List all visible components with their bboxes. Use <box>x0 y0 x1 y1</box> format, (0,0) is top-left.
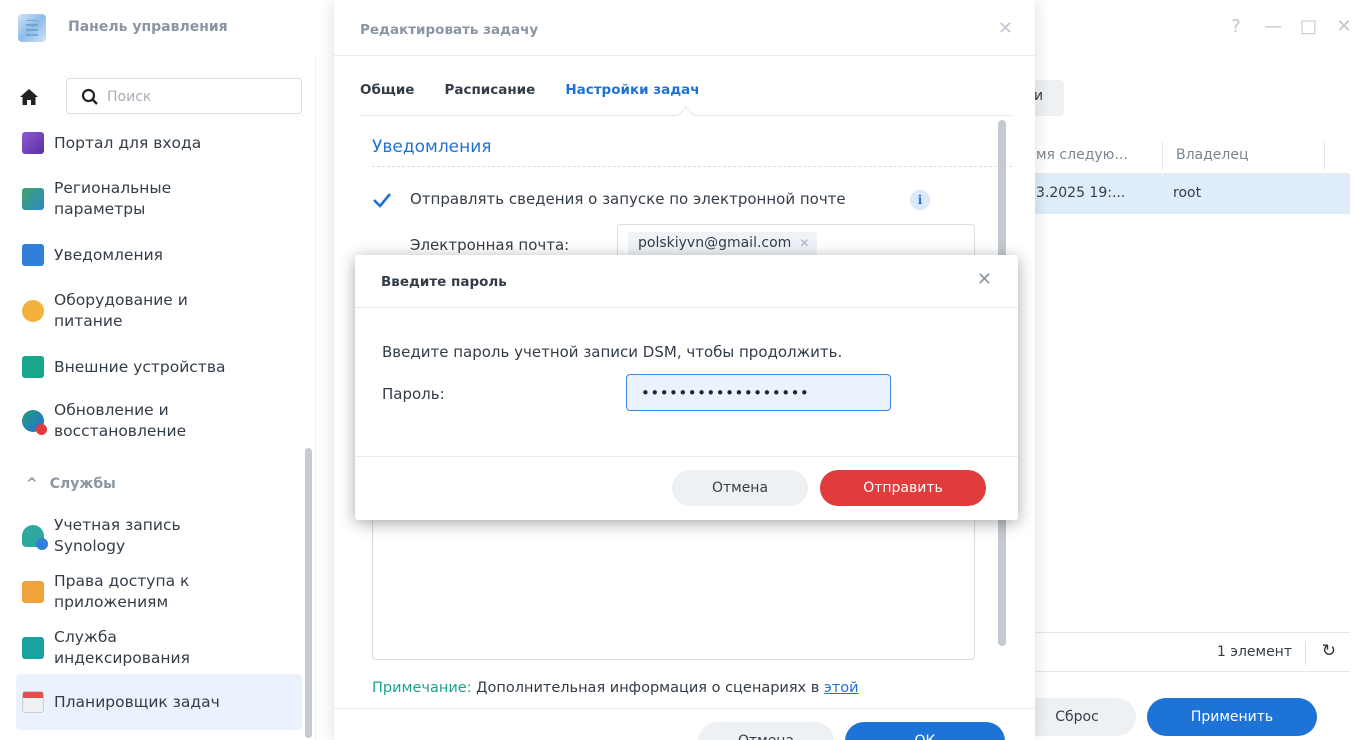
window-title: Панель управления <box>68 19 228 35</box>
password-dialog-message: Введите пароль учетной записи DSM, чтобы… <box>382 343 843 361</box>
tab-task-settings[interactable]: Настройки задач <box>565 82 699 98</box>
remove-email-icon[interactable]: ✕ <box>799 236 809 250</box>
login-portal-icon <box>22 132 44 154</box>
tab-general[interactable]: Общие <box>360 82 414 98</box>
column-next-run[interactable]: мя следую... <box>1036 147 1128 163</box>
close-icon[interactable]: ✕ <box>998 18 1013 39</box>
ok-button[interactable]: ОК <box>845 722 1005 740</box>
password-dialog: Введите пароль ✕ Введите пароль учетной … <box>355 255 1018 520</box>
edit-task-title: Редактировать задачу <box>360 22 539 38</box>
section-divider <box>372 166 1012 167</box>
column-divider <box>1162 142 1163 170</box>
sidebar-item-label: Права доступа к приложениям <box>54 572 190 611</box>
window-controls: ? — □ ✕ <box>1228 16 1352 38</box>
column-owner[interactable]: Владелец <box>1176 147 1249 163</box>
password-dialog-title: Введите пароль <box>381 274 507 290</box>
footer-divider <box>1305 641 1306 665</box>
note-label: Примечание: <box>372 680 472 696</box>
edit-task-tabs: Общие Расписание Настройки задач <box>360 82 730 98</box>
cancel-button[interactable]: Отмена <box>672 470 808 506</box>
sidebar-item-external-devices[interactable]: Внешние устройства <box>16 352 302 382</box>
sidebar-item-task-scheduler[interactable]: Планировщик задач <box>16 674 302 730</box>
email-label: Электронная почта: <box>410 236 570 254</box>
send-email-checkbox[interactable] <box>372 190 392 210</box>
table-row[interactable]: 3.2025 19:... root <box>1018 174 1350 214</box>
refresh-icon[interactable]: ↻ <box>1322 641 1336 661</box>
search-icon <box>81 88 98 105</box>
footer-divider <box>334 708 1035 709</box>
minimize-icon[interactable]: — <box>1264 16 1282 38</box>
sidebar-item-login-portal[interactable]: Портал для входа <box>16 128 302 158</box>
sidebar-item-label: Оборудование и питание <box>54 291 188 330</box>
sidebar-item-indexing-service[interactable]: Служба индексирования <box>16 624 302 672</box>
synology-account-icon <box>22 525 48 550</box>
sidebar-item-label: Региональные параметры <box>54 179 172 218</box>
sidebar-item-hardware-power[interactable]: Оборудование и питание <box>16 288 302 334</box>
hardware-power-icon <box>22 300 44 322</box>
help-icon[interactable]: ? <box>1228 16 1244 38</box>
cancel-button[interactable]: Отмена <box>698 722 834 740</box>
notification-icon <box>22 244 44 266</box>
submit-button[interactable]: Отправить <box>820 470 986 506</box>
services-section-label: Службы <box>49 476 116 492</box>
regional-options-icon <box>22 188 44 210</box>
app-privileges-icon <box>22 581 44 603</box>
sidebar-item-label: Служба индексирования <box>54 628 190 667</box>
sidebar-item-label: Внешние устройства <box>54 357 226 376</box>
task-grid-header: мя следую... Владелец <box>1018 138 1348 174</box>
chevron-up-icon: ^ <box>26 476 38 492</box>
column-divider <box>1324 142 1325 170</box>
sidebar-item-label: Обновление и восстановление <box>54 401 187 440</box>
sidebar-scrollbar[interactable] <box>305 448 312 738</box>
item-count: 1 элемент <box>1216 644 1292 660</box>
sidebar-item-regional-options[interactable]: Региональные параметры <box>16 176 302 222</box>
sidebar-item-update-restore[interactable]: Обновление и восстановление <box>16 398 302 444</box>
control-panel-app-icon <box>18 14 46 42</box>
password-label: Пароль: <box>382 385 445 403</box>
script-textarea[interactable] <box>372 500 975 660</box>
indexing-service-icon <box>22 637 44 659</box>
search-input[interactable] <box>107 85 287 109</box>
home-button[interactable] <box>14 82 44 112</box>
password-input[interactable] <box>626 374 891 411</box>
active-tab-indicator <box>677 106 695 124</box>
sidebar: Портал для входа Региональные параметры … <box>0 56 316 740</box>
update-restore-icon <box>22 410 47 435</box>
sidebar-item-synology-account[interactable]: Учетная запись Synology <box>16 512 302 560</box>
cell-next-run: 3.2025 19:... <box>1036 185 1126 201</box>
close-icon[interactable]: ✕ <box>1336 16 1352 38</box>
tab-schedule[interactable]: Расписание <box>444 82 535 98</box>
close-icon[interactable]: ✕ <box>977 269 992 290</box>
task-scheduler-icon <box>22 691 44 713</box>
external-devices-icon <box>22 356 44 378</box>
reset-button[interactable]: Сброс <box>1018 698 1136 736</box>
divider <box>355 456 1018 457</box>
note-link[interactable]: этой <box>824 680 859 696</box>
apply-button[interactable]: Применить <box>1147 698 1317 736</box>
info-icon[interactable]: i <box>910 190 930 210</box>
divider <box>334 55 1035 56</box>
services-section-header[interactable]: ^ Службы <box>26 476 116 492</box>
notifications-section-title: Уведомления <box>372 137 492 157</box>
task-grid-footer: 1 элемент ↻ <box>1018 632 1350 672</box>
note-text: Примечание: Дополнительная информация о … <box>372 680 859 696</box>
note-body: Дополнительная информация о сценариях в <box>471 680 824 696</box>
home-icon <box>20 89 38 105</box>
maximize-icon[interactable]: □ <box>1300 16 1317 38</box>
email-chip-value: polskiyvn@gmail.com <box>638 235 792 251</box>
divider <box>355 307 1018 308</box>
search-box <box>66 78 302 114</box>
send-email-label[interactable]: Отправлять сведения о запуске по электро… <box>410 190 846 208</box>
sidebar-item-notification[interactable]: Уведомления <box>16 240 302 270</box>
sidebar-item-label: Портал для входа <box>54 133 202 152</box>
sidebar-item-label: Планировщик задач <box>54 692 220 711</box>
sidebar-item-label: Уведомления <box>54 245 163 264</box>
cell-owner: root <box>1173 185 1202 201</box>
sidebar-item-app-privileges[interactable]: Права доступа к приложениям <box>16 568 302 616</box>
sidebar-item-label: Учетная запись Synology <box>54 516 181 555</box>
